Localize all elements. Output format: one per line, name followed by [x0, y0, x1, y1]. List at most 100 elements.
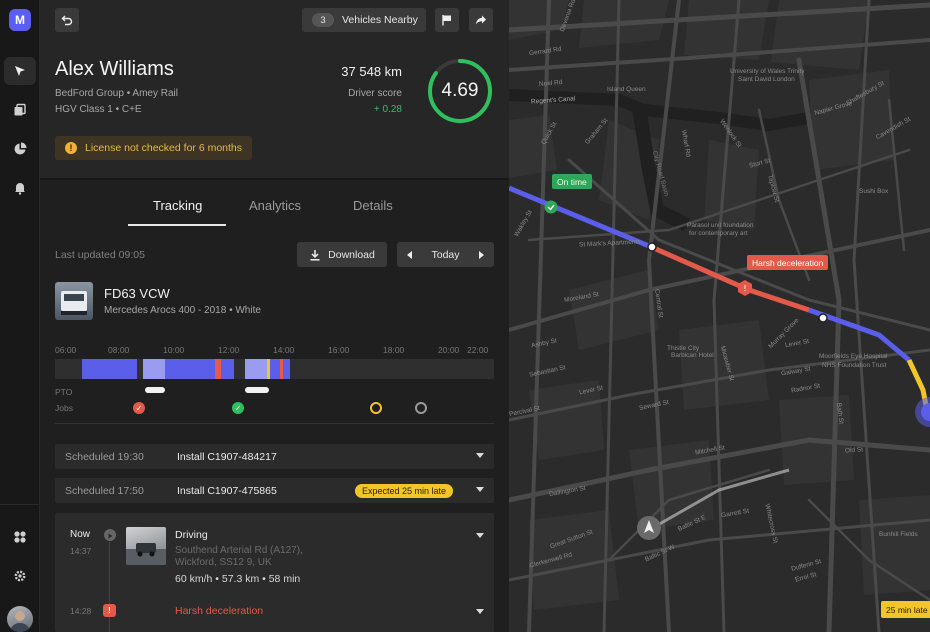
tab-tracking[interactable]: Tracking [153, 198, 202, 213]
flag-button[interactable] [435, 8, 459, 32]
job-scheduled-marker[interactable] [415, 402, 427, 414]
share-button[interactable] [469, 8, 493, 32]
late-chip[interactable]: 25 min late [881, 601, 930, 618]
event-driving-title: Driving [175, 529, 208, 541]
map-poi-label: Barbican Hotel [671, 352, 714, 359]
panel-tabs: Tracking Analytics Details [40, 182, 509, 228]
event-list: Now 14:37 Driving Southend Arterial Rd (… [55, 513, 494, 632]
chevron-down-icon[interactable] [476, 487, 484, 492]
scheduled-job-row[interactable]: Scheduled 19:30 Install C1907-484217 [55, 444, 494, 469]
chevron-down-icon[interactable] [476, 533, 484, 538]
back-button[interactable] [55, 8, 79, 32]
job-done-marker[interactable]: ✓ [232, 402, 244, 414]
vehicle-model: Mercedes Arocs 400 - 2018 • White [104, 305, 261, 316]
tab-analytics[interactable]: Analytics [249, 198, 301, 213]
user-avatar[interactable] [7, 606, 33, 632]
event-timeline-line [109, 542, 110, 632]
chevron-down-icon[interactable] [476, 453, 484, 458]
download-label: Download [328, 248, 375, 261]
timeline-pto-label: PTO [55, 387, 73, 397]
pto-marker[interactable] [245, 387, 269, 393]
timeline-hours: 06:00 08:00 10:00 12:00 14:00 16:00 18:0… [55, 345, 495, 357]
map-poi-label: Saint David London [738, 76, 795, 83]
on-time-marker[interactable] [544, 200, 558, 214]
scheduled-time: Scheduled 19:30 [65, 451, 144, 463]
app-logo[interactable]: M [9, 9, 31, 31]
download-button[interactable]: Download [297, 242, 387, 267]
event-now-label: Now [70, 529, 91, 540]
notifications-bell-icon[interactable] [4, 174, 36, 202]
job-failed-marker[interactable]: ✓ [133, 402, 145, 414]
vehicle-thumbnail [55, 282, 93, 320]
license-warning-text: License not checked for 6 months [85, 142, 243, 154]
map-view[interactable]: ! On time Harsh deceleration 25 min late… [509, 0, 930, 632]
event-address: Southend Arterial Rd (A127), [175, 545, 303, 556]
chevron-down-icon[interactable] [476, 609, 484, 614]
route-point-marker[interactable] [818, 313, 828, 323]
scheduled-job: Install C1907-475865 [177, 485, 277, 497]
timeline-segment-driving [165, 359, 215, 379]
map-poi-label: University of Wales Trinity [730, 68, 805, 75]
license-warning-badge[interactable]: ! License not checked for 6 months [55, 136, 252, 160]
reports-pie-icon[interactable] [4, 135, 36, 163]
scheduled-job: Install C1907-484217 [177, 451, 277, 463]
share-arrow-icon [476, 15, 486, 25]
driver-organisation: BedFord Group • Amey Rail [55, 88, 178, 99]
active-tab-indicator [128, 224, 226, 226]
scheduled-time: Scheduled 17:50 [65, 485, 144, 497]
pto-marker[interactable] [145, 387, 165, 393]
timeline-hour: 22:00 [467, 345, 489, 355]
on-time-callout[interactable]: On time [552, 174, 592, 189]
svg-text:!: ! [743, 284, 746, 293]
job-pending-marker[interactable] [370, 402, 382, 414]
vehicle-plate: FD63 VCW [104, 286, 170, 301]
vehicles-nearby-label: Vehicles Nearby [342, 14, 418, 26]
scheduled-job-row[interactable]: Scheduled 17:50 Install C1907-475865 Exp… [55, 478, 494, 503]
tab-details[interactable]: Details [353, 198, 393, 213]
driver-panel: 3 Vehicles Nearby Alex Williams BedFord … [40, 0, 509, 632]
late-badge: Expected 25 min late [355, 484, 454, 498]
timeline-hour: 14:00 [273, 345, 295, 355]
flag-icon [442, 15, 451, 26]
timeline-jobs-label: Jobs [55, 403, 73, 413]
timeline-hour: 10:00 [163, 345, 185, 355]
chevron-left-icon[interactable] [407, 250, 413, 259]
timeline-segment-idle [245, 359, 267, 379]
map-poi-label: Sushi Box [859, 188, 889, 195]
date-selector[interactable]: Today [397, 242, 494, 267]
activity-timeline[interactable] [55, 359, 494, 379]
driver-score-delta: + 0.28 [373, 104, 402, 115]
driver-distance: 37 548 km [341, 64, 402, 79]
timeline-segment-driving [283, 359, 290, 379]
timeline-divider [55, 423, 494, 424]
rail-separator [0, 504, 40, 505]
settings-gear-icon[interactable] [4, 562, 36, 590]
warning-icon: ! [65, 142, 77, 154]
event-photo[interactable] [126, 527, 166, 565]
navigate-icon[interactable] [4, 57, 36, 85]
vehicles-nearby-count: 3 [312, 13, 334, 27]
left-rail: M [0, 0, 40, 632]
timeline-segment-driving [82, 359, 137, 379]
driver-score-label: Driver score [348, 88, 402, 99]
map-poi-label: Thistle City [667, 345, 700, 352]
harsh-event-icon: ! [103, 604, 116, 617]
driver-header: 3 Vehicles Nearby Alex Williams BedFord … [40, 0, 509, 180]
map-poi-label: Parasol unit foundation [687, 222, 754, 229]
timeline-segment-driving [270, 359, 280, 379]
app-root: M 3 Vehicles Nearby Alex Williams BedFor… [0, 0, 930, 632]
timeline-hour: 16:00 [328, 345, 350, 355]
apps-grid-icon[interactable] [4, 523, 36, 551]
event-time: 14:37 [70, 546, 92, 556]
timeline-segment-driving [221, 359, 234, 379]
map-poi-label: Moorfields Eye Hospital [819, 353, 888, 360]
timeline-hour: 06:00 [55, 345, 77, 355]
play-status-icon [104, 529, 116, 541]
documents-icon[interactable] [4, 96, 36, 124]
harsh-deceleration-callout[interactable]: Harsh deceleration [747, 255, 829, 270]
event-time: 14:28 [70, 606, 92, 616]
chevron-right-icon[interactable] [478, 250, 484, 259]
vehicles-nearby-button[interactable]: 3 Vehicles Nearby [302, 8, 426, 32]
route-point-marker[interactable] [647, 242, 657, 252]
date-label: Today [431, 248, 460, 261]
